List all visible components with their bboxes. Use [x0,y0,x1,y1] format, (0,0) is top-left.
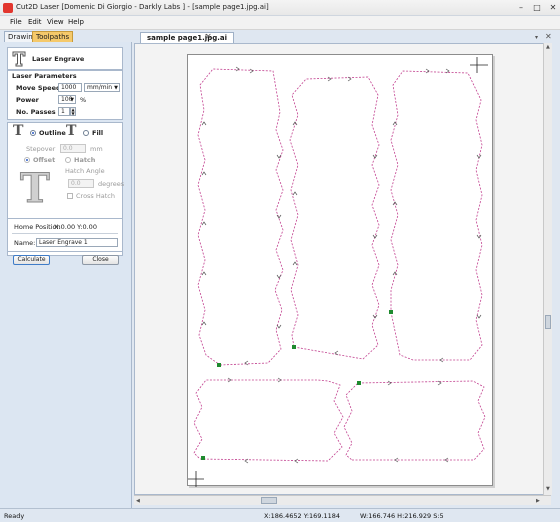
power-unit: % [80,96,87,104]
toolpath-name-input[interactable]: Laser Engrave 1 [36,238,118,247]
divider [12,233,118,234]
menu-help[interactable]: Help [68,18,84,26]
offset-radio[interactable] [24,157,30,163]
tab-list-icon[interactable]: ▾ [535,34,538,41]
minimize-button[interactable]: – [514,2,528,14]
move-speed-input[interactable]: 1000 [58,83,82,92]
document-page [187,54,493,487]
hatch-angle-unit: degrees [98,180,125,188]
toolpath-shape [390,70,483,361]
chevron-down-icon: ▼ [114,85,118,91]
toolpath-shape [289,76,380,360]
crosshair-icon [470,57,488,73]
close-tab-icon[interactable]: ✕ [205,32,212,41]
outline-mode-icon: T [13,123,24,139]
selection-size: W:166.746 H:216.929 S:5 [360,512,444,520]
horizontal-scrollbar[interactable]: ◀ ▶ [134,495,551,505]
power-label: Power [16,96,39,104]
crosshair-icon [188,471,204,487]
toolpath-header: Laser Engrave [7,47,123,70]
stepover-unit: mm [90,145,103,153]
toolpath-shape [193,379,344,462]
scroll-down-icon[interactable]: ▼ [546,486,550,492]
move-speed-unit-value: mm/min [87,84,113,91]
status-bar: Ready X:186.4652 Y:169.1184 W:166.746 H:… [0,508,560,522]
maximize-button[interactable]: □ [530,2,544,14]
move-speed-unit-select[interactable]: mm/min ▼ [84,83,120,92]
status-text: Ready [4,512,25,520]
stepover-label: Stepover [26,145,56,153]
menu-file[interactable]: File [10,18,22,26]
title-bar: Cut2D Laser [Domenic Di Giorgio - Darkly… [0,0,560,16]
toolpath-shape [197,68,284,366]
panel-tabs: Drawing Toolpaths [0,30,132,42]
cross-hatch-label: Cross Hatch [76,192,115,200]
direction-arrows [201,66,482,464]
offset-label: Offset [33,156,56,164]
power-select[interactable]: 100 ▼ [58,95,76,104]
app-logo-icon [3,3,13,13]
chevron-down-icon: ▼ [70,97,74,103]
calculate-button[interactable]: Calculate [13,255,50,265]
cursor-coordinates: X:186.4652 Y:169.1184 [264,512,341,520]
start-markers [201,310,393,460]
fill-radio[interactable] [83,130,89,136]
scroll-right-icon[interactable]: ▶ [536,498,540,504]
toolpath-drawing [188,57,488,487]
horizontal-scroll-thumb[interactable] [261,497,277,504]
outline-label: Outline [39,129,66,137]
laser-parameters-group: Laser Parameters Move Speed 1000 mm/min ▼… [7,70,123,120]
toolpath-shape [343,380,486,461]
vertical-scroll-thumb[interactable] [545,315,551,329]
close-document-icon[interactable]: ✕ [545,32,552,41]
home-name-group: Home Position X:0.00 Y:0.00 Name: Laser … [7,218,123,252]
document-tab[interactable]: sample page1.jpg.ai [140,32,235,43]
close-button[interactable]: Close [82,255,119,265]
scroll-up-icon[interactable]: ▲ [546,44,550,50]
hatch-angle-input[interactable]: 0.0 [68,179,94,188]
tab-toolpaths[interactable]: Toolpaths [32,31,74,42]
hatch-radio[interactable] [65,157,71,163]
close-window-button[interactable]: ✕ [546,2,560,14]
vertical-scrollbar[interactable]: ▲ ▼ [543,43,552,495]
fill-label: Fill [92,129,104,137]
passes-label: No. Passes [16,108,56,116]
fill-mode-icon: T [66,123,77,139]
hatch-angle-label: Hatch Angle [65,167,105,175]
toolpath-panel: Laser Engrave Laser Parameters Move Spee… [0,42,132,508]
passes-input[interactable]: 1 [58,107,70,116]
menu-bar: File Edit View Help [0,16,560,30]
move-speed-label: Move Speed [16,84,61,92]
passes-stepper[interactable]: ▲ ▼ [70,107,76,116]
offset-preview-icon: T [20,165,51,213]
scroll-left-icon[interactable]: ◀ [136,498,140,504]
cross-hatch-checkbox[interactable] [67,193,73,199]
window-title: Cut2D Laser [Domenic Di Giorgio - Darkly… [16,3,269,11]
laser-engrave-icon [12,51,26,67]
menu-edit[interactable]: Edit [28,18,42,26]
name-label: Name: [14,239,36,247]
outline-radio[interactable] [30,130,36,136]
hatch-label: Hatch [74,156,96,164]
laser-parameters-title: Laser Parameters [12,72,77,80]
toolpath-title: Laser Engrave [32,55,85,63]
stepover-input[interactable]: 0.0 [60,144,86,153]
menu-view[interactable]: View [47,18,64,26]
home-position-value: X:0.00 Y:0.00 [54,223,97,231]
